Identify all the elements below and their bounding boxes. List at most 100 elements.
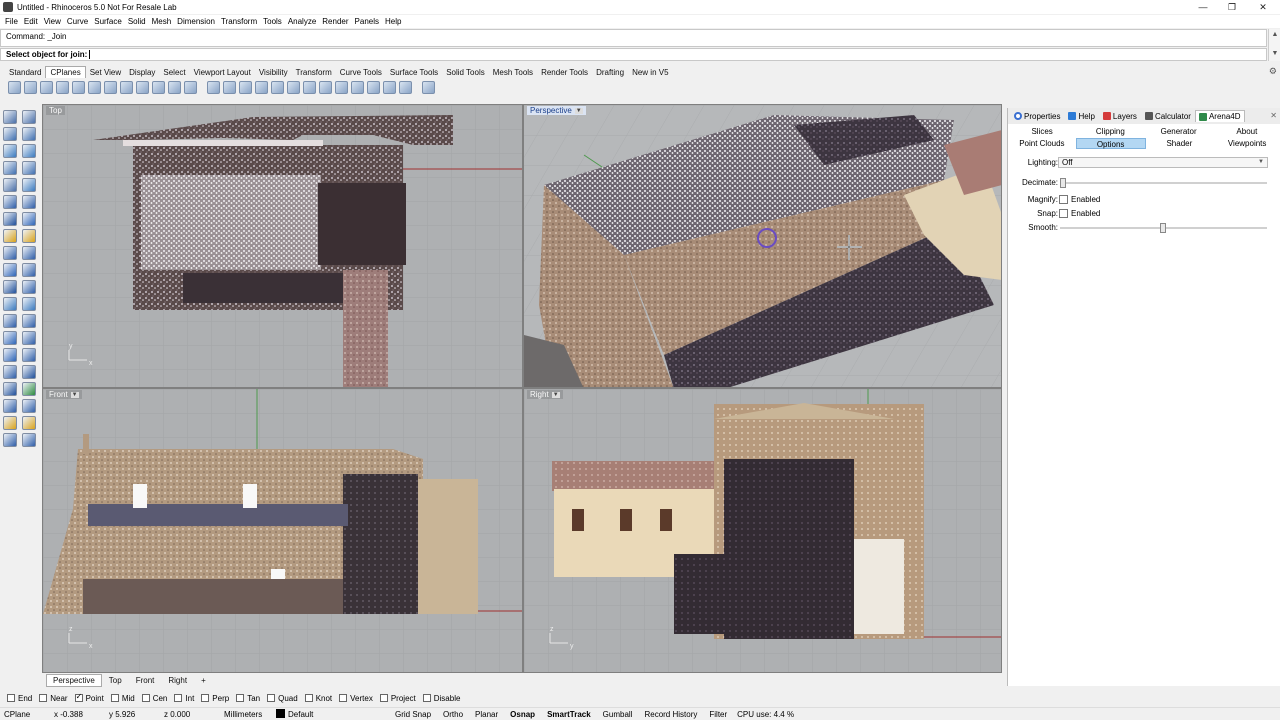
tab-display[interactable]: Display [125, 67, 159, 78]
cplane-perpendicular-icon[interactable] [319, 81, 332, 94]
subtab-viewpoints[interactable]: Viewpoints [1213, 138, 1280, 149]
vptab-right[interactable]: Right [161, 674, 194, 687]
units-indicator[interactable]: Millimeters [220, 710, 272, 719]
circle-icon[interactable] [3, 144, 17, 158]
tab-solid-tools[interactable]: Solid Tools [442, 67, 489, 78]
cplane-shift-icon[interactable] [399, 81, 412, 94]
osnap-int[interactable]: Int [174, 694, 194, 703]
render-icon[interactable] [22, 399, 36, 413]
panel-tab-help[interactable]: Help [1064, 110, 1098, 123]
cplane-to-view-icon[interactable] [168, 81, 181, 94]
fillet-icon[interactable] [22, 229, 36, 243]
light-icon[interactable] [3, 416, 17, 430]
array-icon[interactable] [3, 331, 17, 345]
cplane-top-icon[interactable] [8, 81, 21, 94]
analyze-icon[interactable] [3, 399, 17, 413]
cplane-z-axis-icon[interactable] [136, 81, 149, 94]
check-icon[interactable] [22, 382, 36, 396]
command-scrollbar[interactable]: ▲ ▼ [1268, 29, 1280, 61]
trim-icon[interactable] [22, 246, 36, 260]
subtab-options[interactable]: Options [1075, 138, 1146, 149]
viewport-label-top[interactable]: Top [46, 106, 65, 115]
tab-surface-tools[interactable]: Surface Tools [386, 67, 442, 78]
panel-tab-calculator[interactable]: Calculator [1141, 110, 1195, 123]
scale-icon[interactable] [3, 314, 17, 328]
osnap-checkbox[interactable] [39, 694, 48, 702]
osnap-perp[interactable]: Perp [201, 694, 229, 703]
menu-analyze[interactable]: Analyze [286, 17, 320, 26]
cplane-to-object-icon[interactable] [152, 81, 165, 94]
osnap-checkbox[interactable] [201, 694, 210, 702]
cplane-elevation-icon[interactable] [72, 81, 85, 94]
osnap-cen[interactable]: Cen [141, 694, 167, 703]
smooth-slider-thumb[interactable] [1160, 223, 1166, 233]
viewport-perspective[interactable]: Perspective ▼ [523, 104, 1002, 388]
viewport-label-perspective[interactable]: Perspective ▼ [527, 106, 586, 115]
filter-toggle[interactable]: Filter [703, 710, 733, 719]
panel-close-icon[interactable]: ✕ [1270, 111, 1277, 120]
redo-cplane-icon[interactable] [223, 81, 236, 94]
layer-indicator[interactable]: Default [272, 709, 389, 719]
panel-tab-layers[interactable]: Layers [1099, 110, 1141, 123]
viewport-menu-caret-icon[interactable]: ▼ [551, 391, 560, 398]
menu-tools[interactable]: Tools [261, 17, 286, 26]
smarttrack-toggle[interactable]: SmartTrack [541, 710, 597, 719]
hatch-icon[interactable] [22, 348, 36, 362]
gear-icon[interactable]: ⚙ [1269, 66, 1277, 77]
group-icon[interactable] [22, 280, 36, 294]
boolean-union-icon[interactable] [3, 229, 17, 243]
subtab-shader[interactable]: Shader [1146, 138, 1214, 149]
subtab-about[interactable]: About [1213, 126, 1280, 137]
zoom-icon[interactable] [3, 433, 17, 447]
polyline-icon[interactable] [3, 127, 17, 141]
dimension-icon[interactable] [22, 331, 36, 345]
osnap-checkbox[interactable] [379, 694, 388, 702]
subtab-slices[interactable]: Slices [1008, 126, 1076, 137]
tab-mesh-tools[interactable]: Mesh Tools [489, 67, 537, 78]
menu-transform[interactable]: Transform [219, 17, 261, 26]
tab-curve-tools[interactable]: Curve Tools [336, 67, 386, 78]
text-icon[interactable] [3, 348, 17, 362]
tab-standard[interactable]: Standard [5, 67, 45, 78]
tab-new-in-v5[interactable]: New in V5 [628, 67, 672, 78]
viewport-top[interactable]: y x Top [42, 104, 523, 388]
vptab-top[interactable]: Top [102, 674, 129, 687]
osnap-checkbox[interactable] [422, 694, 431, 702]
ortho-toggle[interactable]: Ortho [437, 710, 469, 719]
osnap-checkbox[interactable] [174, 694, 183, 702]
tab-viewport-layout[interactable]: Viewport Layout [190, 67, 255, 78]
tab-visibility[interactable]: Visibility [255, 67, 292, 78]
cplane-vertical-icon[interactable] [367, 81, 380, 94]
menu-panels[interactable]: Panels [353, 17, 383, 26]
scroll-down-icon[interactable]: ▼ [1271, 50, 1279, 58]
osnap-checkbox[interactable] [304, 694, 313, 702]
close-button[interactable]: ✕ [1246, 0, 1280, 14]
tab-transform[interactable]: Transform [292, 67, 336, 78]
open-cplane-icon[interactable] [271, 81, 284, 94]
tab-drafting[interactable]: Drafting [592, 67, 628, 78]
gumball-align-icon[interactable] [422, 81, 435, 94]
freeform-icon[interactable] [22, 178, 36, 192]
osnap-checkbox[interactable] [339, 694, 348, 702]
tab-set-view[interactable]: Set View [86, 67, 125, 78]
point-icon[interactable] [22, 110, 36, 124]
save-cplane-icon[interactable] [255, 81, 268, 94]
select-arrow-icon[interactable] [3, 110, 17, 124]
subtab-clipping[interactable]: Clipping [1076, 126, 1144, 137]
arc-icon[interactable] [22, 144, 36, 158]
cplane-world-icon[interactable] [184, 81, 197, 94]
cplane-right-icon[interactable] [40, 81, 53, 94]
cplane-3point-icon[interactable] [104, 81, 117, 94]
grid-snap-toggle[interactable]: Grid Snap [389, 710, 437, 719]
menu-edit[interactable]: Edit [22, 17, 42, 26]
split-icon[interactable] [3, 263, 17, 277]
ellipse-icon[interactable] [3, 178, 17, 192]
vptab-front[interactable]: Front [129, 674, 162, 687]
panel-tab-properties[interactable]: Properties [1010, 110, 1064, 123]
osnap-checkbox[interactable] [267, 694, 276, 702]
viewport-menu-caret-icon[interactable]: ▼ [574, 107, 583, 114]
osnap-near[interactable]: Near [39, 694, 68, 703]
camera-icon[interactable] [22, 416, 36, 430]
cplane-x-axis-icon[interactable] [120, 81, 133, 94]
viewport-right[interactable]: z y Right ▼ [523, 388, 1002, 673]
